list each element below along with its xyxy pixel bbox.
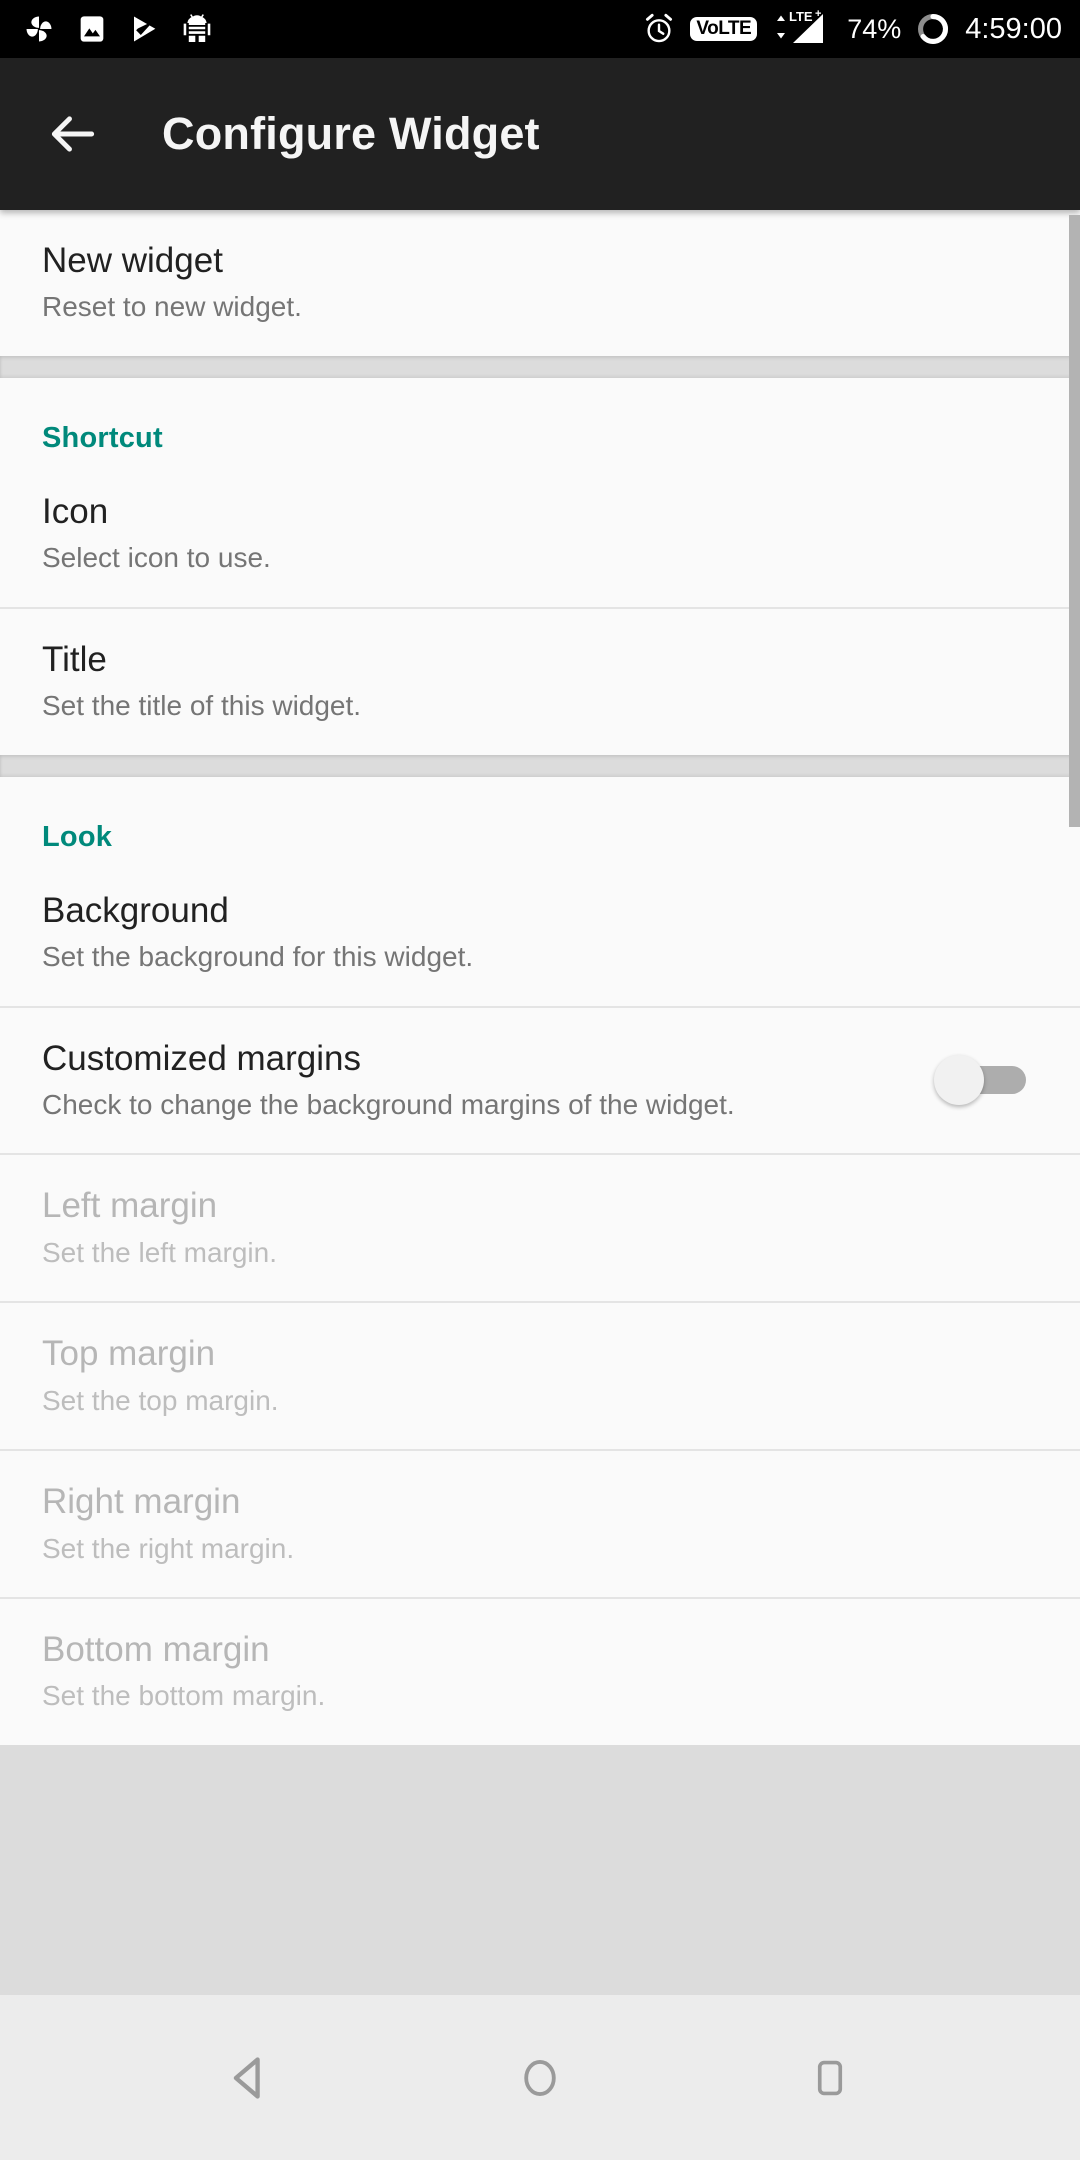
system-navigation-bar — [0, 1995, 1080, 2160]
signal-bars-icon: LTE + — [777, 9, 824, 43]
preference-row: Right margin Set the right margin. — [0, 1449, 1080, 1597]
preference-summary: Select icon to use. — [42, 542, 271, 574]
preference-card: New widget Reset to new widget. — [0, 210, 1080, 356]
preference-summary: Set the title of this widget. — [42, 690, 362, 722]
preference-title: New widget — [42, 241, 223, 280]
preference-title: Customized margins — [42, 1038, 361, 1078]
preferences-scroll-area[interactable]: New widget Reset to new widget. Shortcut Ic… — [0, 210, 1080, 1995]
preference-text-group: Title Set the title of this widget. — [42, 639, 1038, 723]
preference-row[interactable]: Title Set the title of this widget. — [0, 606, 1080, 755]
preference-summary: Set the background for this widget. — [42, 940, 474, 972]
svg-text:LTE: LTE — [789, 9, 813, 24]
customized-margins-toggle[interactable] — [934, 1054, 1026, 1105]
clock-label: 4:59:00 — [965, 12, 1062, 45]
preference-text-group: Bottom margin Set the bottom margin. — [42, 1629, 1038, 1713]
status-bar: VoLTE LTE + 74% 4:59:00 — [0, 0, 1080, 58]
preference-text-group: Right margin Set the right margin. — [42, 1481, 1038, 1565]
status-bar-notification-icons — [22, 12, 214, 46]
preference-text-group: Icon Select icon to use. — [42, 491, 1038, 575]
nav-back-triangle-icon[interactable] — [205, 2033, 295, 2123]
preference-row: Top margin Set the top margin. — [0, 1301, 1080, 1449]
android-bug-icon — [183, 14, 211, 43]
section-gap — [0, 355, 1080, 378]
preference-card: Shortcut Icon Select icon to use. Title Set … — [0, 377, 1080, 755]
preference-summary: Set the bottom margin. — [42, 1680, 326, 1712]
photos-pinwheel-icon — [26, 16, 52, 42]
app-bar: Configure Widget — [0, 58, 1080, 210]
preference-summary: Check to change the background margins o… — [42, 1088, 735, 1120]
phone-screen: VoLTE LTE + 74% 4:59:00 Configure Widget — [0, 0, 1080, 2160]
preference-title: Bottom margin — [42, 1630, 270, 1670]
section-header: Shortcut — [42, 421, 163, 454]
check-badge-icon — [134, 16, 156, 42]
preference-summary: Set the right margin. — [42, 1532, 295, 1564]
nav-home-circle-icon[interactable] — [495, 2033, 585, 2123]
section-header: Look — [42, 820, 113, 853]
preference-summary: Reset to new widget. — [42, 291, 302, 323]
preference-row[interactable]: Background Set the background for this wi… — [0, 860, 1080, 1006]
preference-row[interactable]: New widget Reset to new widget. — [0, 210, 1080, 356]
preference-text-group: Background Set the background for this wi… — [42, 890, 1038, 974]
preference-text-group: New widget Reset to new widget. — [42, 240, 1038, 324]
preference-title: Title — [42, 639, 107, 679]
preference-row: Left margin Set the left margin. — [0, 1153, 1080, 1301]
toggle-thumb — [934, 1054, 984, 1105]
preference-title: Top margin — [42, 1334, 216, 1374]
nav-recents-square-icon[interactable] — [785, 2033, 875, 2123]
battery-ring-icon — [918, 13, 949, 45]
status-bar-system-icons: VoLTE LTE + 74% 4:59:00 — [642, 9, 1062, 49]
scrollbar-thumb[interactable] — [1069, 215, 1080, 827]
section-gap — [0, 754, 1080, 777]
preference-row: Bottom margin Set the bottom margin. — [0, 1597, 1080, 1745]
volte-badge: VoLTE — [690, 17, 758, 41]
preference-title: Icon — [42, 491, 109, 531]
preference-row[interactable]: Icon Select icon to use. — [0, 461, 1080, 607]
battery-percent-label: 74% — [847, 13, 902, 44]
preference-text-group: Customized margins Check to change the ba… — [42, 1038, 934, 1122]
preference-title: Left margin — [42, 1186, 218, 1226]
back-arrow-icon[interactable] — [36, 97, 110, 171]
preference-summary: Set the left margin. — [42, 1236, 278, 1268]
preference-summary: Set the top margin. — [42, 1384, 279, 1416]
gallery-image-icon — [80, 16, 104, 42]
preference-title: Right margin — [42, 1482, 241, 1522]
preference-text-group: Top margin Set the top margin. — [42, 1333, 1038, 1417]
page-title: Configure Widget — [162, 108, 540, 159]
preference-row[interactable]: Customized margins Check to change the ba… — [0, 1005, 1080, 1154]
preference-text-group: Left margin Set the left margin. — [42, 1185, 1038, 1269]
preference-card: Look Background Set the background for thi… — [0, 776, 1080, 1746]
preference-title: Background — [42, 890, 229, 930]
alarm-icon — [646, 13, 673, 43]
